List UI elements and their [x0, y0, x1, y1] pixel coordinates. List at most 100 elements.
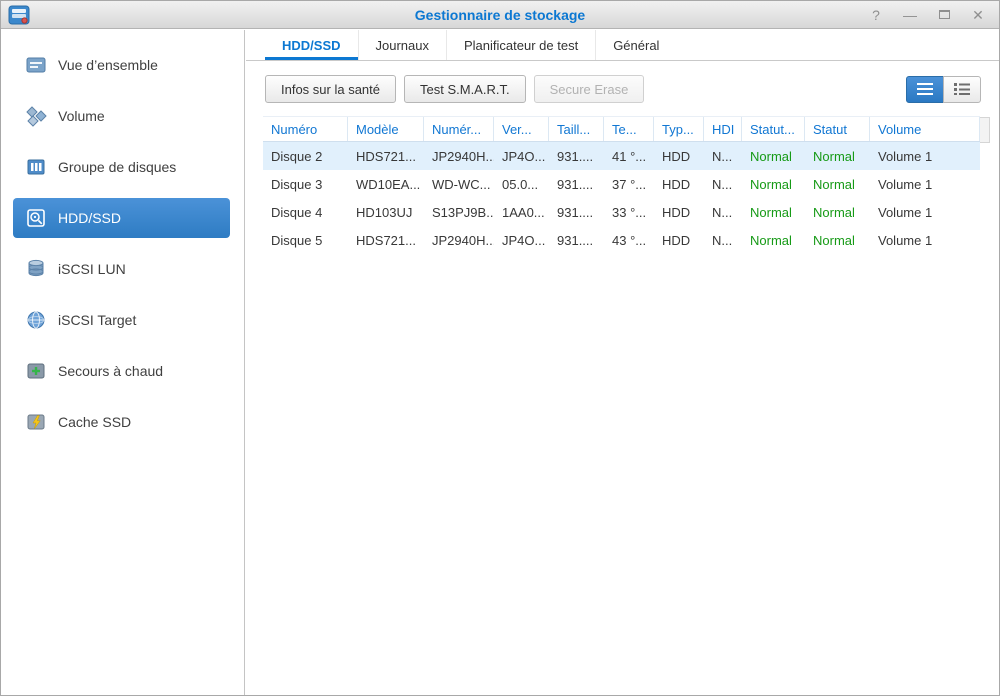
smart-test-button[interactable]: Test S.M.A.R.T. — [404, 75, 526, 103]
table-cell: Disque 3 — [263, 177, 348, 192]
overview-icon — [25, 54, 47, 76]
column-header[interactable]: Typ... — [654, 117, 704, 141]
hdd-ssd-icon — [25, 207, 47, 229]
table-cell: JP2940H... — [424, 149, 494, 164]
sidebar-item-volume[interactable]: Volume — [13, 96, 230, 136]
table-row[interactable]: Disque 2HDS721...JP2940H...JP4O...931...… — [263, 142, 980, 170]
sidebar-item-iscsi-target[interactable]: iSCSI Target — [13, 300, 230, 340]
sidebar-item-ssd-cache[interactable]: Cache SSD — [13, 402, 230, 442]
column-header[interactable]: Statut — [805, 117, 870, 141]
sidebar-item-hdd-ssd[interactable]: HDD/SSD — [13, 198, 230, 238]
table-cell: 43 °... — [604, 233, 654, 248]
column-header[interactable]: Ver... — [494, 117, 549, 141]
table-cell: HD103UJ — [348, 205, 424, 220]
table-cell: Normal — [742, 233, 805, 248]
storage-manager-window: Gestionnaire de stockage ? — ✕ Vue d’ens… — [0, 0, 1000, 696]
sidebar-item-label: Groupe de disques — [58, 159, 176, 175]
iscsi-lun-icon — [25, 258, 47, 280]
sidebar-item-label: iSCSI LUN — [58, 261, 126, 277]
table-cell: N... — [704, 149, 742, 164]
tab-general[interactable]: Général — [596, 30, 676, 60]
table-cell: Disque 2 — [263, 149, 348, 164]
sidebar-item-label: Vue d’ensemble — [58, 57, 158, 73]
table-cell: 33 °... — [604, 205, 654, 220]
minimize-button[interactable]: — — [903, 7, 917, 23]
sidebar-item-disk-group[interactable]: Groupe de disques — [13, 147, 230, 187]
sidebar-item-label: HDD/SSD — [58, 210, 121, 226]
list-view-icon — [917, 83, 933, 95]
window-controls: ? — ✕ — [869, 7, 985, 23]
table-cell: HDD — [654, 177, 704, 192]
hot-spare-icon — [25, 360, 47, 382]
ssd-cache-icon — [25, 411, 47, 433]
table-row[interactable]: Disque 4HD103UJS13PJ9B...1AA0...931....3… — [263, 198, 980, 226]
table-row[interactable]: Disque 3WD10EA...WD-WC...05.0...931....3… — [263, 170, 980, 198]
table-cell: 931.... — [549, 149, 604, 164]
table-cell: 05.0... — [494, 177, 549, 192]
table-cell: Normal — [742, 205, 805, 220]
list-view-button[interactable] — [906, 76, 944, 103]
table-cell: 931.... — [549, 205, 604, 220]
table-cell: Volume 1 — [870, 233, 980, 248]
table-cell: 37 °... — [604, 177, 654, 192]
sidebar-item-iscsi-lun[interactable]: iSCSI LUN — [13, 249, 230, 289]
table-cell: 931.... — [549, 177, 604, 192]
main-content: HDD/SSD Journaux Planificateur de test G… — [246, 30, 999, 695]
table-cell: WD10EA... — [348, 177, 424, 192]
toolbar: Infos sur la santé Test S.M.A.R.T. Secur… — [265, 75, 981, 103]
table-cell: HDD — [654, 149, 704, 164]
column-header[interactable]: Statut... — [742, 117, 805, 141]
disk-group-icon — [25, 156, 47, 178]
sidebar-item-label: Secours à chaud — [58, 363, 163, 379]
table-cell: Normal — [742, 149, 805, 164]
tabbar: HDD/SSD Journaux Planificateur de test G… — [246, 30, 999, 61]
maximize-icon — [939, 10, 950, 19]
help-button[interactable]: ? — [869, 7, 883, 23]
column-header[interactable]: Volume — [870, 117, 980, 141]
column-header[interactable]: Modèle — [348, 117, 424, 141]
table-cell: N... — [704, 205, 742, 220]
table-cell: Volume 1 — [870, 205, 980, 220]
iscsi-target-icon — [25, 309, 47, 331]
disk-table-header: NuméroModèleNumér...Ver...Taill...Te...T… — [263, 116, 980, 142]
table-cell: Normal — [805, 205, 870, 220]
table-cell: JP4O... — [494, 233, 549, 248]
app-icon — [8, 5, 30, 25]
volume-icon — [25, 105, 47, 127]
sidebar-item-label: iSCSI Target — [58, 312, 136, 328]
column-header[interactable]: Te... — [604, 117, 654, 141]
maximize-button[interactable] — [937, 7, 951, 23]
close-button[interactable]: ✕ — [971, 7, 985, 23]
window-title: Gestionnaire de stockage — [1, 7, 999, 23]
titlebar: Gestionnaire de stockage ? — ✕ — [1, 1, 999, 29]
sidebar-item-hot-spare[interactable]: Secours à chaud — [13, 351, 230, 391]
sidebar-item-label: Volume — [58, 108, 105, 124]
table-cell: Normal — [742, 177, 805, 192]
table-cell: Volume 1 — [870, 177, 980, 192]
table-cell: HDD — [654, 205, 704, 220]
column-header[interactable]: Numéro — [263, 117, 348, 141]
table-cell: JP2940H... — [424, 233, 494, 248]
table-cell: N... — [704, 233, 742, 248]
table-row[interactable]: Disque 5HDS721...JP2940H...JP4O...931...… — [263, 226, 980, 254]
tab-planificateur-de-test[interactable]: Planificateur de test — [447, 30, 596, 60]
table-cell: Normal — [805, 177, 870, 192]
column-header[interactable]: Numér... — [424, 117, 494, 141]
secure-erase-button[interactable]: Secure Erase — [534, 75, 645, 103]
sidebar-item-overview[interactable]: Vue d’ensemble — [13, 45, 230, 85]
table-cell: N... — [704, 177, 742, 192]
table-cell: 931.... — [549, 233, 604, 248]
sidebar-item-label: Cache SSD — [58, 414, 131, 430]
table-cell: Normal — [805, 233, 870, 248]
column-header[interactable]: HDI — [704, 117, 742, 141]
table-scrollbar[interactable] — [980, 117, 990, 143]
column-header[interactable]: Taill... — [549, 117, 604, 141]
table-cell: Normal — [805, 149, 870, 164]
detail-view-button[interactable] — [943, 76, 981, 103]
tab-hdd-ssd[interactable]: HDD/SSD — [265, 30, 359, 60]
detail-view-icon — [954, 83, 970, 95]
view-toggle — [906, 76, 981, 103]
table-cell: HDS721... — [348, 233, 424, 248]
health-info-button[interactable]: Infos sur la santé — [265, 75, 396, 103]
tab-journaux[interactable]: Journaux — [359, 30, 447, 60]
